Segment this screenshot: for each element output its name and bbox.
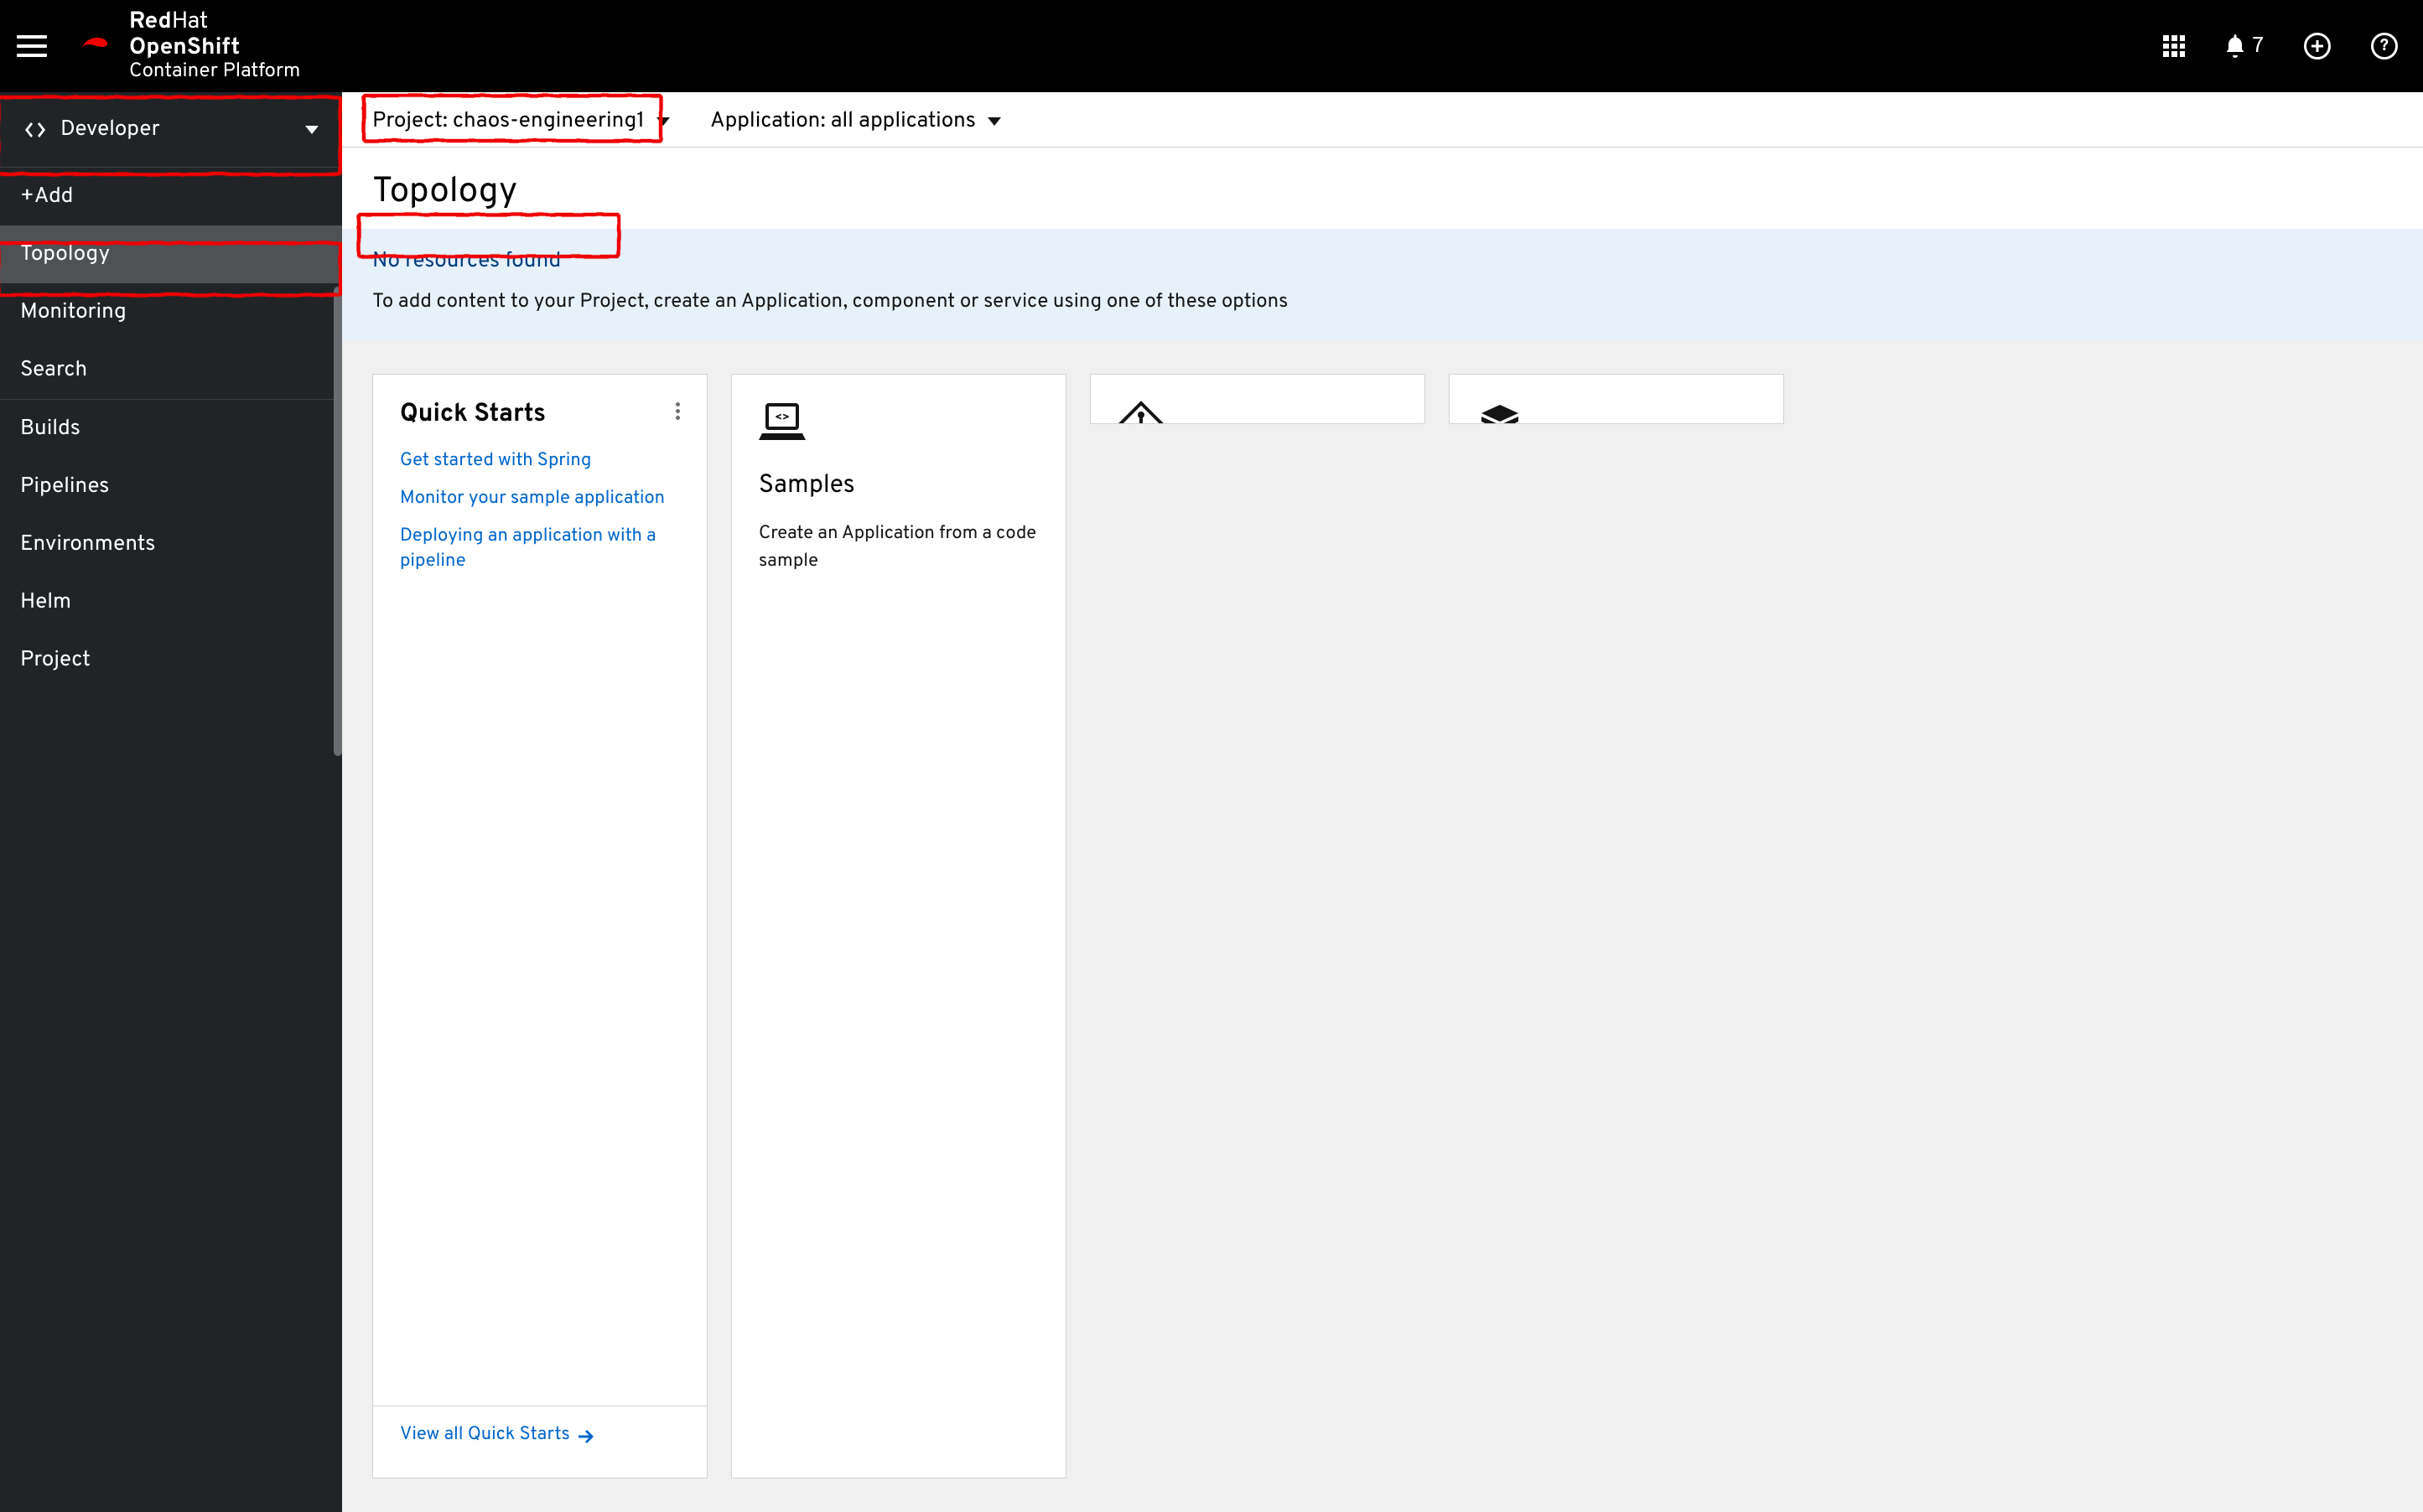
- nav-item-add[interactable]: +Add: [0, 168, 342, 225]
- arrow-right-icon: [579, 1430, 594, 1443]
- project-selector-label: Project: chaos-engineering1: [372, 107, 645, 135]
- chevron-down-icon: [656, 117, 670, 126]
- plus-circle-icon: [2304, 33, 2331, 60]
- bell-icon: [2225, 34, 2245, 58]
- card-quick-starts[interactable]: Quick Starts Get started with Spring Mon…: [372, 374, 708, 1478]
- page-title: Topology: [342, 148, 2423, 229]
- nav-item-topology[interactable]: Topology: [0, 225, 342, 283]
- perspective-label: Developer: [60, 116, 160, 143]
- quick-start-link[interactable]: Get started with Spring: [400, 449, 680, 475]
- code-icon: [23, 121, 47, 139]
- help-button[interactable]: ?: [2371, 33, 2398, 60]
- chevron-down-icon: [988, 117, 1001, 126]
- quick-start-link[interactable]: Deploying an application with a pipeline: [400, 525, 680, 577]
- nav-item-project[interactable]: Project: [0, 631, 342, 689]
- nav-item-monitoring[interactable]: Monitoring: [0, 283, 342, 341]
- notifications-button[interactable]: 7: [2225, 33, 2264, 60]
- app-launcher-button[interactable]: [2163, 35, 2185, 57]
- nav-item-helm[interactable]: Helm: [0, 573, 342, 631]
- git-icon: [1118, 400, 1398, 424]
- perspective-switcher[interactable]: Developer: [0, 92, 342, 168]
- add-cards-grid: Quick Starts Get started with Spring Mon…: [342, 340, 2423, 1512]
- question-circle-icon: ?: [2371, 33, 2398, 60]
- kebab-menu-button[interactable]: [676, 400, 680, 422]
- redhat-fedora-icon: [77, 31, 116, 61]
- laptop-code-icon: <>: [759, 400, 1039, 453]
- empty-state-title: No resources found: [372, 247, 2393, 275]
- svg-text:<>: <>: [775, 412, 790, 426]
- sidebar-scrollbar[interactable]: [334, 287, 342, 756]
- nav-list: +Add Topology Monitoring Search Builds P…: [0, 168, 342, 689]
- empty-state-subtitle: To add content to your Project, create a…: [372, 290, 2393, 315]
- card-description: Create an Application from a code sample: [759, 520, 1039, 576]
- grid-icon: [2163, 35, 2185, 57]
- empty-state-banner: No resources found To add content to you…: [342, 229, 2423, 340]
- card-title: Samples: [759, 471, 1039, 502]
- application-selector[interactable]: Application: all applications: [710, 107, 1001, 135]
- main-content: Project: chaos-engineering1 Application:…: [342, 92, 2423, 1512]
- brand-logo[interactable]: RedHat OpenShift Container Platform: [77, 9, 300, 83]
- sidebar-nav: Developer +Add Topology Monitoring Searc…: [0, 92, 342, 1512]
- global-header: RedHat OpenShift Container Platform 7 ?: [0, 0, 2423, 92]
- card-title: Quick Starts: [400, 400, 546, 431]
- chevron-down-icon: [305, 126, 319, 134]
- nav-item-builds[interactable]: Builds: [0, 400, 342, 458]
- layers-icon: [1476, 400, 1756, 424]
- header-toolbar: 7 ?: [2163, 33, 2398, 60]
- brand-text: RedHat OpenShift Container Platform: [129, 9, 300, 83]
- quick-start-link[interactable]: Monitor your sample application: [400, 487, 680, 513]
- import-add-button[interactable]: [2304, 33, 2331, 60]
- application-selector-label: Application: all applications: [710, 107, 976, 135]
- notification-count: 7: [2252, 33, 2264, 60]
- card-partial[interactable]: [1090, 374, 1425, 424]
- nav-item-pipelines[interactable]: Pipelines: [0, 458, 342, 515]
- view-all-quick-starts-link[interactable]: View all Quick Starts: [400, 1423, 594, 1449]
- nav-item-search[interactable]: Search: [0, 341, 342, 400]
- nav-item-environments[interactable]: Environments: [0, 515, 342, 573]
- hamburger-menu-button[interactable]: [17, 35, 47, 57]
- card-partial[interactable]: [1449, 374, 1784, 424]
- project-bar: Project: chaos-engineering1 Application:…: [342, 92, 2423, 148]
- card-samples[interactable]: <> Samples Create an Application from a …: [731, 374, 1066, 1478]
- project-selector[interactable]: Project: chaos-engineering1: [372, 107, 670, 135]
